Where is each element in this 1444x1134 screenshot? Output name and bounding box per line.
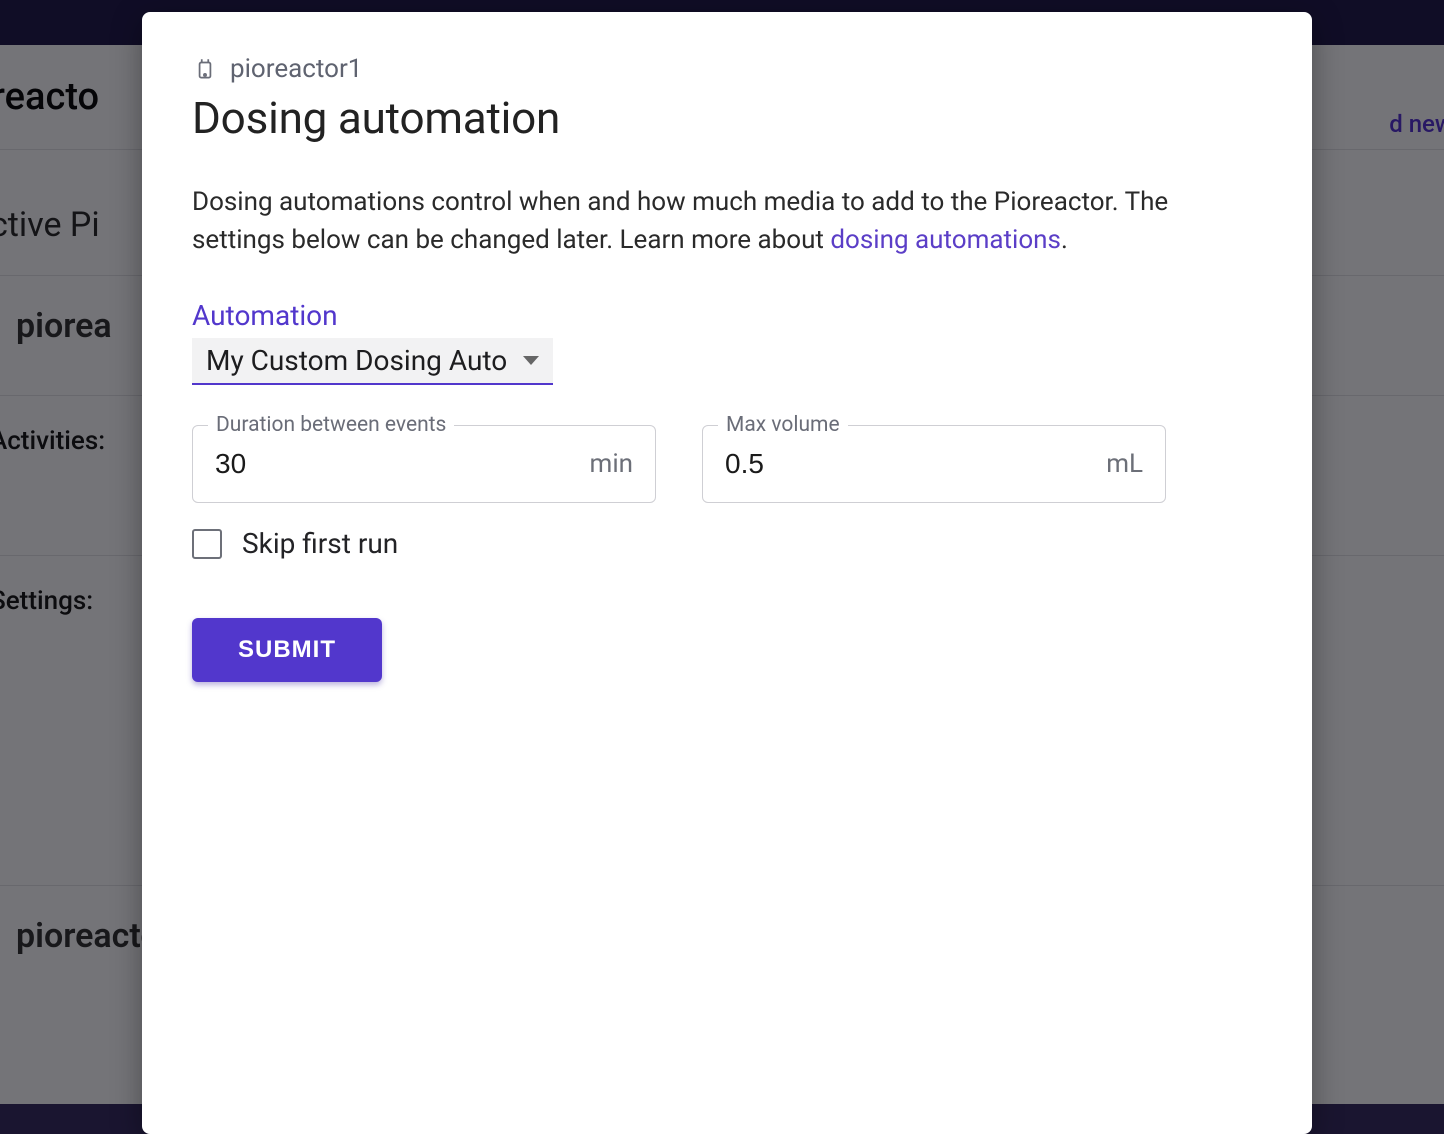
max-volume-input[interactable] [725, 448, 1018, 480]
duration-unit: min [590, 449, 633, 479]
duration-field-wrap: Duration between events min [192, 425, 656, 503]
max-volume-unit: mL [1106, 449, 1143, 479]
modal-description: Dosing automations control when and how … [192, 184, 1242, 259]
modal-device-name: pioreactor1 [230, 54, 362, 84]
pioreactor-icon [192, 56, 218, 82]
dosing-automations-link[interactable]: dosing automations [830, 225, 1061, 255]
max-volume-field-wrap: Max volume mL [702, 425, 1166, 503]
dosing-automation-modal: pioreactor1 Dosing automation Dosing aut… [142, 12, 1312, 1134]
automation-label: Automation [192, 299, 1262, 332]
duration-input[interactable] [215, 448, 508, 480]
chevron-down-icon [523, 356, 539, 365]
automation-select[interactable]: My Custom Dosing Auto [192, 338, 553, 385]
modal-title: Dosing automation [192, 92, 1262, 144]
submit-button[interactable]: SUBMIT [192, 618, 382, 682]
duration-label: Duration between events [208, 413, 454, 437]
skip-first-run-checkbox[interactable] [192, 529, 222, 559]
max-volume-label: Max volume [718, 413, 848, 437]
modal-desc-post: . [1061, 225, 1068, 255]
automation-select-value: My Custom Dosing Auto [206, 344, 507, 377]
modal-device-row: pioreactor1 [192, 54, 1262, 84]
skip-first-run-label: Skip first run [242, 527, 398, 560]
